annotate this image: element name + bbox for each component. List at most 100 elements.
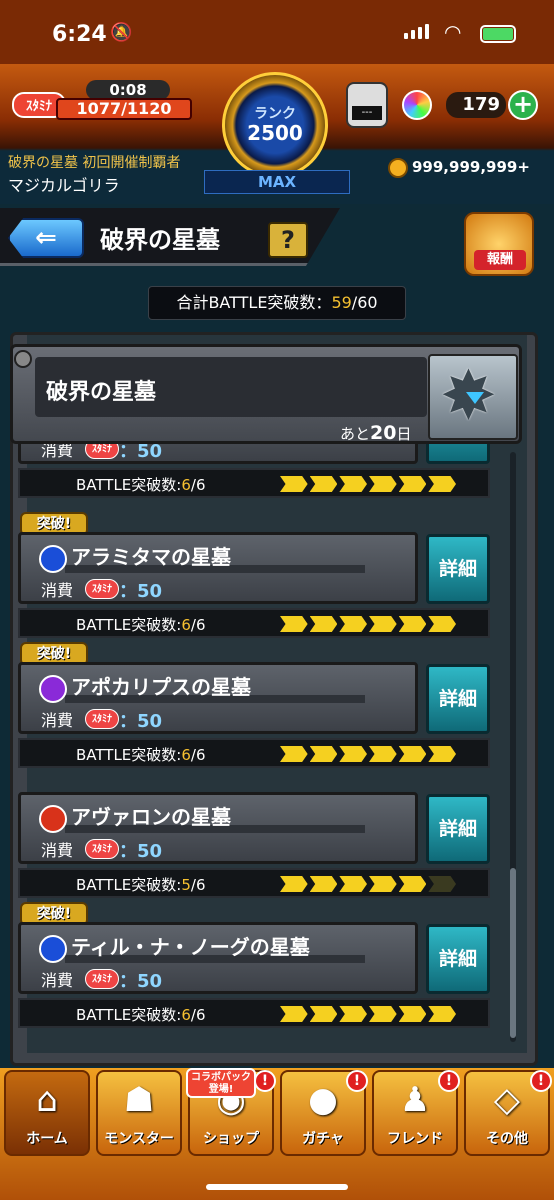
nav-friend-label: フレンド [387, 1131, 443, 1147]
progress-label: BATTLE突破数: [76, 876, 182, 894]
battery-icon [480, 25, 516, 43]
progress-label: BATTLE突破数: [76, 1006, 182, 1024]
stamina-gauge: 1077/1120 [56, 98, 192, 120]
bell-muted-icon: 🔕 [110, 22, 133, 43]
detail-button[interactable]: 詳細 [426, 924, 490, 994]
nav-other[interactable]: ◇ その他 ! [464, 1070, 552, 1156]
battle-progress: BATTLE突破数:6/6 [18, 998, 490, 1028]
nav-home[interactable]: ⌂ ホーム [4, 1070, 90, 1156]
detail-button[interactable]: 詳細 [426, 664, 490, 734]
page-title: 破界の星墓 [100, 226, 220, 254]
progress-text: BATTLE突破数:6/6 [76, 474, 206, 495]
progress-chevrons [280, 876, 457, 892]
home-indicator[interactable] [206, 1184, 348, 1190]
add-orb-button[interactable]: + [508, 90, 538, 120]
progress-label: BATTLE突破数: [76, 746, 182, 764]
pin-icon [14, 350, 32, 368]
cost-label: 消費 [41, 581, 74, 600]
stage-row[interactable]: ティル・ナ・ノーグの星墓 消費 ｽﾀﾐﾅ ：50 詳細 BATTLE突破数:6/… [18, 922, 490, 1048]
water-element-icon [39, 545, 67, 573]
total-battle-count: 合計BATTLE突破数：59/60 [148, 286, 406, 320]
stage-name: アラミタマの星墓 [71, 545, 231, 569]
cost-label: 消費 [41, 711, 74, 730]
reward-label: 報酬 [474, 250, 526, 270]
rank-label: ランク [254, 106, 296, 122]
stage-name: アポカリプスの星墓 [71, 675, 251, 699]
progress-total: /6 [190, 876, 206, 894]
orb-machine-icon[interactable]: --- [346, 82, 388, 128]
help-button[interactable]: ? [268, 222, 308, 258]
total-current: 59 [331, 293, 352, 312]
event-remaining: あと20日 [340, 422, 411, 444]
nav-gacha-label: ガチャ [302, 1131, 344, 1147]
back-button[interactable]: ⇐ [8, 218, 84, 258]
triangle-icon [466, 392, 484, 404]
progress-chevrons [280, 476, 457, 492]
progress-label: BATTLE突破数: [76, 476, 182, 494]
monster-icon: ☗ [123, 1080, 155, 1120]
cost-label: 消費 [41, 841, 74, 860]
progress-chevrons [280, 746, 457, 762]
total-prefix: 合計BATTLE突破数： [176, 293, 332, 312]
rank-max-bar: MAX [204, 170, 350, 194]
collab-pack-badge: コラボパック登場! [186, 1068, 256, 1098]
stamina-icon: ｽﾀﾐﾅ [85, 579, 119, 599]
alert-icon: ! [438, 1070, 460, 1092]
orb-count: 179 [446, 92, 506, 118]
reward-button[interactable]: 報酬 [464, 212, 534, 276]
rank-value: 2500 [247, 121, 303, 145]
stage-row[interactable]: アラミタマの星墓 消費 ｽﾀﾐﾅ ：50 詳細 BATTLE突破数:6/6 [18, 532, 490, 658]
alert-icon: ! [346, 1070, 368, 1092]
nav-shop-label: ショップ [203, 1131, 259, 1147]
progress-current: 6 [181, 616, 191, 634]
star-emblem-icon: ✸ [428, 354, 518, 440]
nav-monster[interactable]: ☗ モンスター [96, 1070, 182, 1156]
progress-text: BATTLE突破数:6/6 [76, 744, 206, 765]
progress-chevrons [280, 616, 457, 632]
dark-element-icon [39, 675, 67, 703]
alert-icon: ! [254, 1070, 276, 1092]
scrollbar-thumb[interactable] [510, 868, 516, 1038]
orb-slot-value: --- [352, 106, 382, 120]
cost-value: ：50 [119, 581, 163, 602]
progress-total: /6 [190, 746, 206, 764]
remaining-suffix: 日 [396, 425, 412, 443]
stage-name: ティル・ナ・ノーグの星墓 [71, 935, 310, 959]
stage-card[interactable]: ティル・ナ・ノーグの星墓 消費 ｽﾀﾐﾅ ：50 [18, 922, 418, 994]
alert-icon: ! [530, 1070, 552, 1092]
stage-row[interactable]: アヴァロンの星墓 消費 ｽﾀﾐﾅ ：50 詳細 BATTLE突破数:5/6 [18, 792, 490, 918]
progress-total: /6 [190, 616, 206, 634]
cellular-signal-icon [404, 24, 429, 39]
nav-friend[interactable]: ♟ フレンド ! [372, 1070, 460, 1156]
nav-gacha[interactable]: ● ガチャ ! [280, 1070, 368, 1156]
battle-progress: BATTLE突破数:6/6 [18, 738, 490, 768]
progress-text: BATTLE突破数:6/6 [76, 1004, 206, 1025]
remaining-days: 20 [370, 422, 397, 444]
stage-card[interactable]: アラミタマの星墓 消費 ｽﾀﾐﾅ ：50 [18, 532, 418, 604]
progress-total: /6 [190, 1006, 206, 1024]
cost-label: 消費 [41, 971, 74, 990]
home-icon: ⌂ [36, 1080, 58, 1120]
detail-button[interactable]: 詳細 [426, 794, 490, 864]
progress-current: 5 [181, 876, 191, 894]
progress-current: 6 [181, 1006, 191, 1024]
stage-card[interactable]: アヴァロンの星墓 消費 ｽﾀﾐﾅ ：50 [18, 792, 418, 864]
stamina-icon: ｽﾀﾐﾅ [85, 969, 119, 989]
water-element-icon [39, 935, 67, 963]
progress-text: BATTLE突破数:6/6 [76, 614, 206, 635]
battle-progress: BATTLE突破数:6/6 [18, 608, 490, 638]
status-bar: 6:24 🔕 ◠ [0, 0, 554, 64]
remaining-prefix: あと [340, 425, 371, 443]
clock: 6:24 [52, 22, 107, 47]
stage-row[interactable]: アポカリプスの星墓 消費 ｽﾀﾐﾅ ：50 詳細 BATTLE突破数:6/6 [18, 662, 490, 788]
event-name: 破界の星墓 [46, 380, 157, 405]
battle-progress: BATTLE突破数:6/6 [18, 468, 490, 498]
progress-text: BATTLE突破数:5/6 [76, 874, 206, 895]
progress-chevrons [280, 1006, 457, 1022]
stamina-timer: 0:08 [86, 80, 170, 100]
stage-card[interactable]: アポカリプスの星墓 消費 ｽﾀﾐﾅ ：50 [18, 662, 418, 734]
nav-home-label: ホーム [26, 1131, 68, 1147]
nav-monster-label: モンスター [104, 1131, 174, 1147]
detail-button[interactable]: 詳細 [426, 534, 490, 604]
rank-badge[interactable]: ランク 2500 [222, 72, 328, 178]
